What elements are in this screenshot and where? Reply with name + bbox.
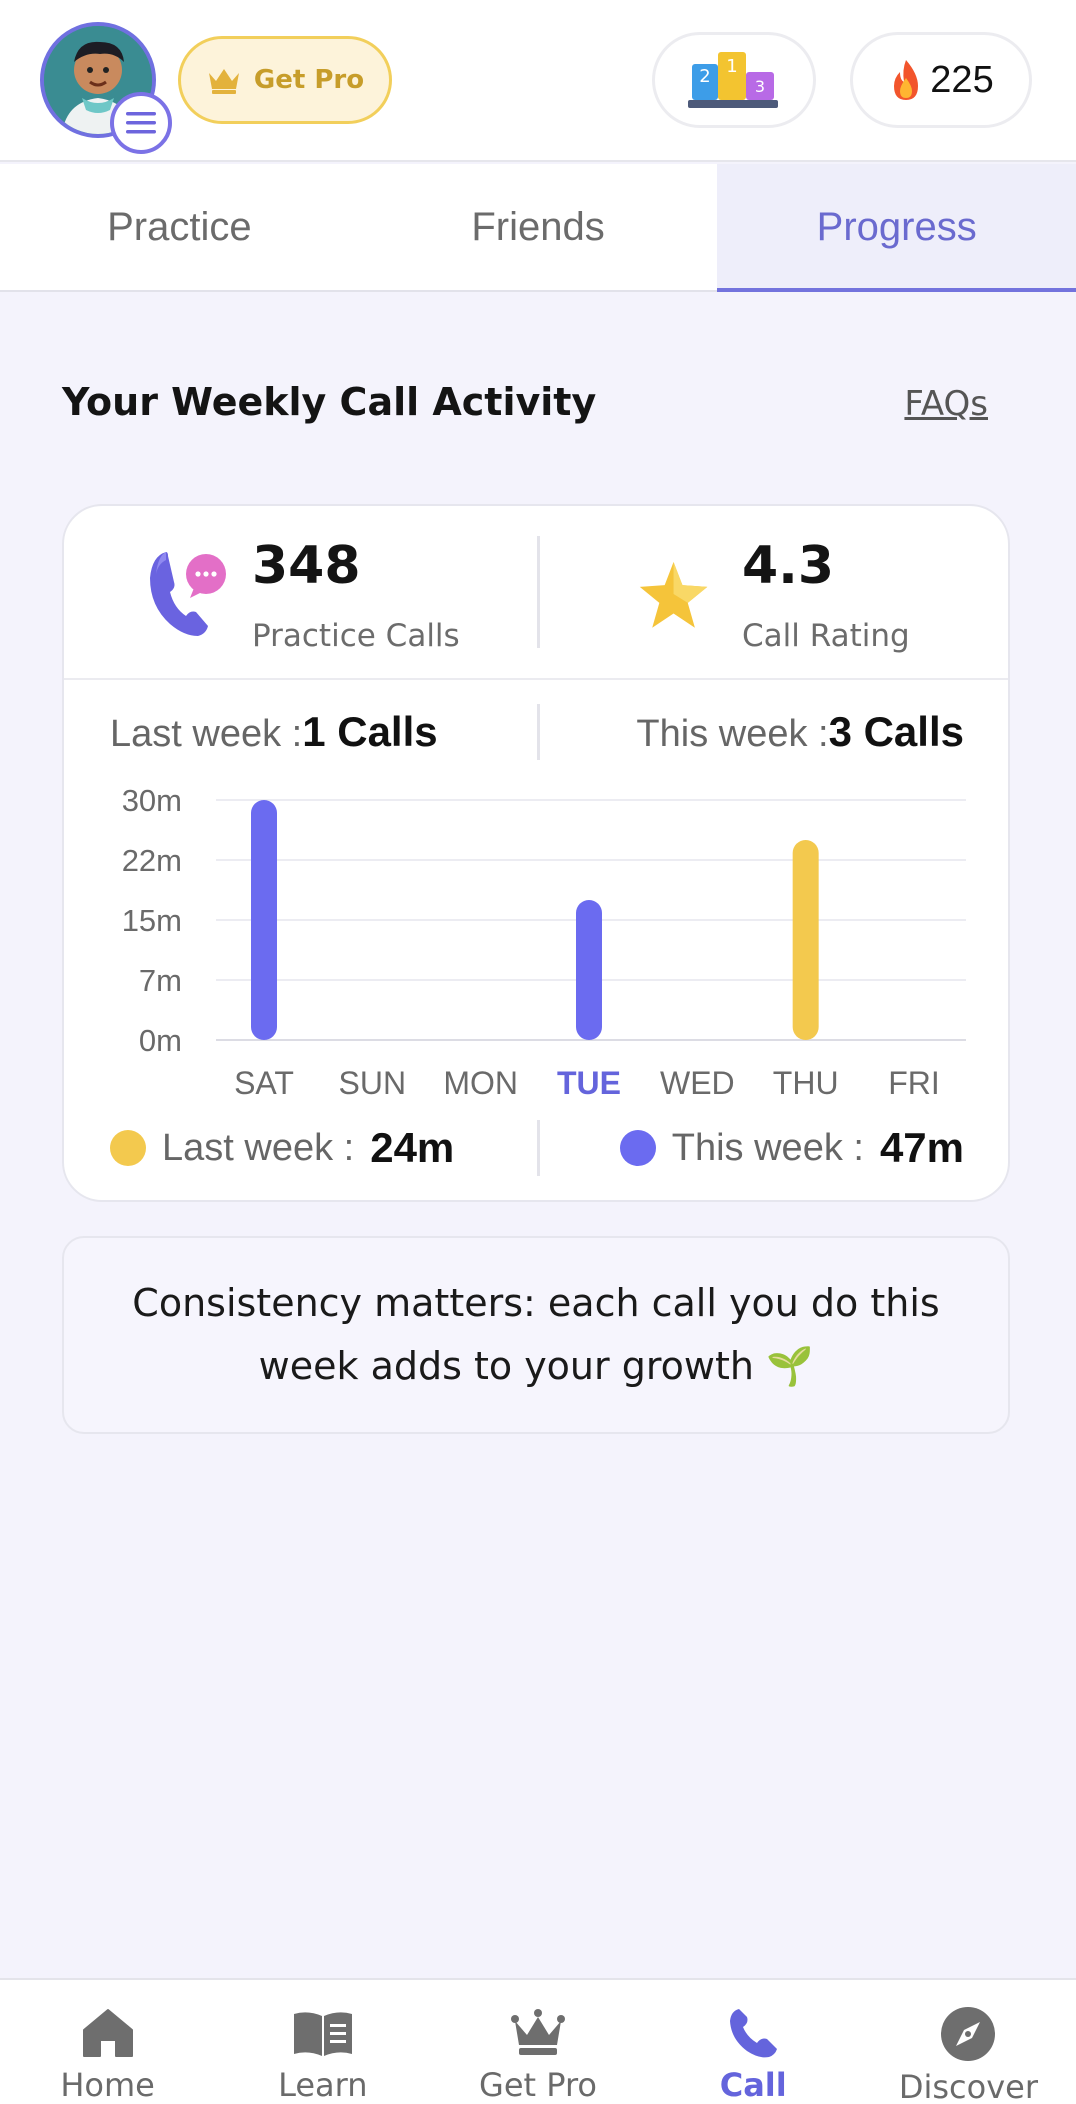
bar-last-week-thu: [792, 840, 819, 1040]
weekly-activity-card: 348 Practice Calls 4.3 Call Rating Last …: [62, 504, 1010, 1202]
phone-icon: [730, 2009, 778, 2058]
chart-canvas: 30m 22m 15m 7m 0m SAT SUN MON TUE WED THU FRI: [122, 783, 966, 1100]
motivation-tip-text: Consistency matters: each call you do th…: [132, 1281, 940, 1388]
weekly-calls-row: Last week :1 Calls This week :3 Calls: [64, 702, 1008, 762]
y-tick-label: 0m: [139, 1023, 182, 1058]
nav-call-label: Call: [719, 2066, 787, 2104]
bottom-nav: Home Learn Get Pro Call Discover: [0, 1978, 1076, 2104]
nav-get-pro[interactable]: Get Pro: [430, 1980, 645, 2104]
section-title: Your Weekly Call Activity: [62, 380, 597, 424]
legend-this-week-swatch: [619, 1130, 656, 1166]
top-bar: Get Pro 2 1 3 225: [0, 0, 1076, 162]
nav-get-pro-label: Get Pro: [479, 2066, 597, 2104]
x-tick-label-sun: SUN: [339, 1065, 407, 1100]
book-icon: [293, 2012, 352, 2056]
call-rating-label: Call Rating: [742, 618, 910, 654]
legend-last-week-label: Last week :: [162, 1126, 355, 1169]
this-week-calls-value: 3 Calls: [828, 708, 964, 755]
podium-digit-1: 1: [726, 56, 737, 77]
practice-calls-value: 348: [252, 536, 361, 596]
fire-icon: [894, 60, 919, 100]
practice-calls-label: Practice Calls: [252, 618, 460, 654]
tab-friends[interactable]: Friends: [359, 164, 718, 290]
last-week-calls-prefix: Last week :: [110, 713, 303, 755]
tab-friends-label: Friends: [471, 204, 605, 249]
leaderboard-button[interactable]: 2 1 3: [652, 32, 816, 128]
legend-last-week-swatch: [110, 1130, 146, 1166]
home-icon: [82, 2009, 133, 2057]
compass-icon: [941, 2007, 996, 2061]
nav-home-label: Home: [60, 2066, 155, 2104]
get-pro-label: Get Pro: [253, 65, 365, 95]
last-week-calls: Last week :1 Calls: [110, 708, 438, 756]
legend-last-week: Last week : 24m: [110, 1124, 454, 1172]
leaderboard-podium-icon: 2 1 3: [688, 52, 778, 108]
streak-count: 225: [930, 58, 994, 101]
faqs-link[interactable]: FAQs: [904, 384, 988, 424]
hamburger-icon: [126, 112, 156, 134]
nav-discover-label: Discover: [898, 2068, 1038, 2104]
podium-digit-2: 2: [699, 66, 710, 87]
nav-learn-label: Learn: [278, 2066, 368, 2104]
y-tick-label: 30m: [122, 783, 182, 818]
x-tick-label-sat: SAT: [234, 1065, 294, 1100]
legend-divider: [537, 1120, 540, 1176]
y-tick-label: 7m: [139, 963, 182, 998]
x-tick-label-mon: MON: [443, 1065, 518, 1100]
this-week-calls: This week :3 Calls: [636, 708, 964, 756]
call-rating-stat: 4.3 Call Rating: [638, 536, 978, 656]
x-tick-label-tue: TUE: [557, 1065, 621, 1100]
tab-practice[interactable]: Practice: [0, 164, 359, 290]
menu-button[interactable]: [110, 92, 172, 154]
phone-chat-icon: [150, 552, 226, 636]
tab-practice-label: Practice: [107, 204, 252, 249]
legend-last-week-total: 24m: [370, 1124, 455, 1171]
streak-button[interactable]: 225: [850, 32, 1032, 128]
star-icon: [639, 562, 708, 628]
nav-discover[interactable]: Discover: [861, 1980, 1076, 2104]
weekly-call-chart: 30m 22m 15m 7m 0m SAT SUN MON TUE WED THU FRI: [64, 770, 1008, 1100]
stats-divider: [537, 536, 540, 648]
last-week-calls-value: 1 Calls: [302, 708, 438, 755]
tab-progress[interactable]: Progress: [717, 164, 1076, 292]
x-tick-label-thu: THU: [773, 1065, 839, 1100]
nav-learn[interactable]: Learn: [215, 1980, 430, 2104]
practice-calls-stat: 348 Practice Calls: [144, 536, 524, 656]
tab-bar: Practice Friends Progress: [0, 164, 1076, 292]
this-week-calls-prefix: This week :: [636, 713, 829, 755]
y-tick-label: 22m: [122, 843, 182, 878]
y-tick-label: 15m: [122, 903, 182, 938]
weekly-divider: [537, 704, 540, 760]
legend-this-week-total: 47m: [879, 1124, 964, 1171]
nav-call[interactable]: Call: [646, 1980, 861, 2104]
motivation-tip: Consistency matters: each call you do th…: [62, 1236, 1010, 1434]
chart-legend: Last week : 24m This week : 47m: [64, 1116, 1008, 1180]
crown-icon: [511, 2009, 565, 2055]
bar-this-week-tue: [576, 900, 602, 1040]
x-tick-label-fri: FRI: [888, 1065, 940, 1100]
podium-digit-3: 3: [755, 77, 765, 96]
stats-row: 348 Practice Calls 4.3 Call Rating: [64, 506, 1008, 680]
crown-icon: [208, 69, 239, 94]
call-rating-value: 4.3: [742, 536, 835, 596]
nav-home[interactable]: Home: [0, 1980, 215, 2104]
legend-this-week: This week : 47m: [619, 1124, 964, 1172]
tab-progress-label: Progress: [816, 204, 977, 249]
legend-this-week-label: This week :: [671, 1126, 864, 1169]
bar-this-week-sat: [251, 800, 277, 1040]
x-tick-label-wed: WED: [660, 1065, 735, 1100]
get-pro-button[interactable]: Get Pro: [178, 36, 392, 124]
